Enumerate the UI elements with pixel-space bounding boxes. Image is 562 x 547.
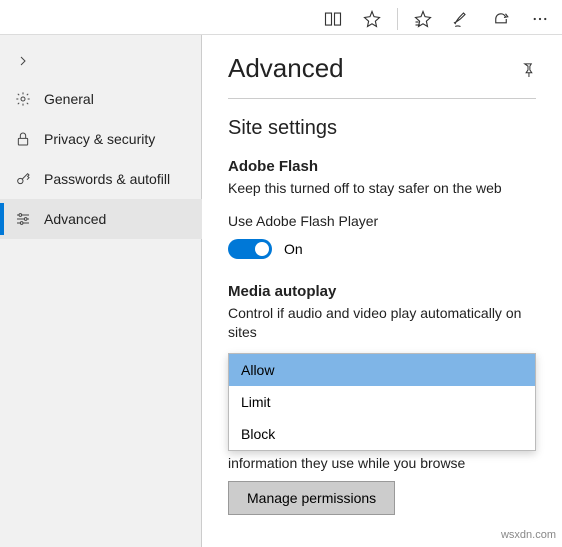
settings-layout: General Privacy & security Passwords & a… xyxy=(0,35,562,547)
sidebar-item-privacy[interactable]: Privacy & security xyxy=(0,119,202,159)
share-icon[interactable] xyxy=(483,4,519,34)
flash-toggle-state: On xyxy=(284,241,303,257)
more-icon[interactable] xyxy=(522,4,558,34)
toolbar-divider xyxy=(397,8,398,30)
sidebar-item-general[interactable]: General xyxy=(0,79,202,119)
page-title: Advanced xyxy=(228,53,344,84)
media-heading: Media autoplay xyxy=(228,283,536,300)
sliders-icon xyxy=(14,211,32,227)
media-description: Control if audio and video play automati… xyxy=(228,304,536,343)
sidebar-item-label: Privacy & security xyxy=(44,131,155,147)
section-heading: Site settings xyxy=(228,117,536,140)
sidebar-item-label: Passwords & autofill xyxy=(44,171,170,187)
lock-icon xyxy=(14,131,32,147)
truncated-text: information they use while you browse xyxy=(228,455,536,471)
settings-sidebar: General Privacy & security Passwords & a… xyxy=(0,35,202,547)
sidebar-collapse[interactable] xyxy=(0,43,202,79)
media-autoplay-dropdown[interactable]: Allow Limit Block xyxy=(228,353,536,451)
settings-content: Advanced Site settings Adobe Flash Keep … xyxy=(202,35,562,547)
sidebar-item-passwords[interactable]: Passwords & autofill xyxy=(0,159,202,199)
dropdown-option-block[interactable]: Block xyxy=(229,418,535,450)
flash-description: Keep this turned off to stay safer on th… xyxy=(228,179,536,199)
browser-toolbar xyxy=(0,0,562,35)
sidebar-item-label: Advanced xyxy=(44,211,106,227)
sidebar-item-advanced[interactable]: Advanced xyxy=(0,199,202,239)
flash-heading: Adobe Flash xyxy=(228,158,536,175)
pin-icon[interactable] xyxy=(520,61,536,77)
key-icon xyxy=(14,171,32,187)
notes-pen-icon[interactable] xyxy=(444,4,480,34)
dropdown-option-limit[interactable]: Limit xyxy=(229,386,535,418)
dropdown-option-allow[interactable]: Allow xyxy=(229,354,535,386)
star-icon[interactable] xyxy=(354,4,390,34)
favorites-list-icon[interactable] xyxy=(405,4,441,34)
manage-permissions-button[interactable]: Manage permissions xyxy=(228,481,395,515)
sidebar-item-label: General xyxy=(44,91,94,107)
dropdown-list: Allow Limit Block xyxy=(228,353,536,451)
flash-toggle[interactable] xyxy=(228,239,272,259)
chevron-right-icon xyxy=(14,55,32,67)
gear-icon xyxy=(14,91,32,107)
divider xyxy=(228,98,536,99)
reading-view-icon[interactable] xyxy=(315,4,351,34)
flash-toggle-label: Use Adobe Flash Player xyxy=(228,213,536,229)
watermark: wsxdn.com xyxy=(501,529,556,541)
